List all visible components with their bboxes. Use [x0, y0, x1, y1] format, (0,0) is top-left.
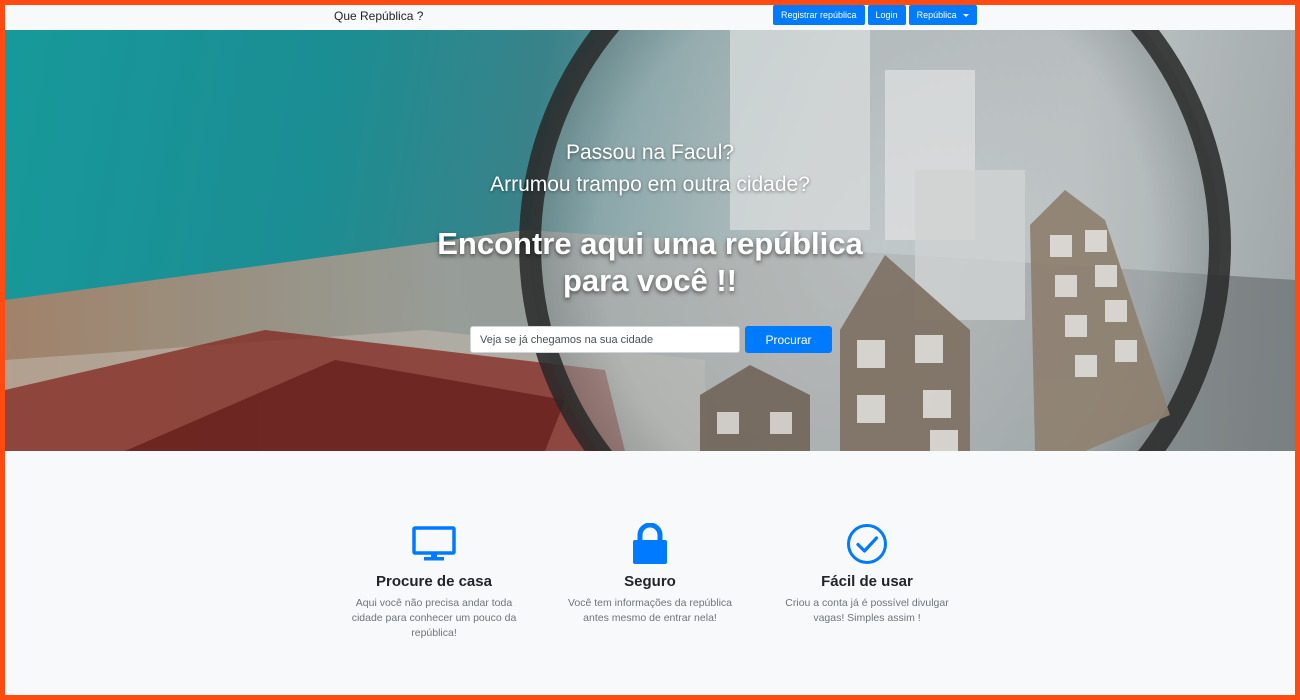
hero-banner: Passou na Facul? Arrumou trampo em outra… — [5, 30, 1295, 451]
page-frame: Que República ? Registrar república Logi… — [0, 0, 1300, 700]
monitor-icon — [334, 523, 534, 565]
feature-description-line: Você tem informações da república — [567, 597, 732, 609]
feature-description-line: cidade para conhecer um pouco da — [351, 612, 517, 624]
feature-title: Procure de casa — [376, 573, 492, 590]
nav-actions: Registrar república Login República — [773, 5, 977, 25]
feature-facil-de-usar: Fácil de usar Criou a conta já é possíve… — [767, 523, 967, 626]
feature-title: Seguro — [624, 573, 676, 590]
republica-dropdown-button[interactable]: República — [908, 5, 977, 25]
navbar: Que República ? Registrar república Logi… — [5, 5, 1295, 30]
feature-description-line: Aqui você não precisa andar toda — [355, 597, 513, 609]
city-search-input[interactable] — [470, 326, 740, 353]
feature-procure-de-casa: Procure de casa Aqui você não precisa an… — [334, 523, 534, 641]
feature-description-line: vagas! Simples assim ! — [813, 612, 921, 624]
register-republica-button[interactable]: Registrar república — [773, 5, 865, 25]
republica-dropdown-label: República — [916, 10, 957, 20]
feature-description-line: Criou a conta já é possível divulgar — [785, 597, 949, 609]
hero-title-line-1: Encontre aqui uma república — [437, 226, 863, 261]
feature-description: Criou a conta já é possível divulgar vag… — [767, 596, 967, 626]
feature-title: Fácil de usar — [821, 573, 913, 590]
search-button[interactable]: Procurar — [745, 326, 832, 353]
hero-title-line-2: para você !! — [562, 263, 737, 298]
brand-logo[interactable]: Que República ? — [334, 9, 423, 23]
caret-down-icon — [962, 13, 969, 17]
search-form: Procurar — [470, 326, 832, 353]
hero-subtitle-2: Arrumou trampo em outra cidade? — [490, 173, 810, 196]
feature-description-line: república! — [411, 627, 457, 639]
feature-description-line: antes mesmo de entrar nela! — [583, 612, 717, 624]
feature-description: Você tem informações da república antes … — [550, 596, 750, 626]
features-section: Procure de casa Aqui você não precisa an… — [5, 451, 1295, 695]
feature-seguro: Seguro Você tem informações da república… — [550, 523, 750, 626]
check-circle-icon — [767, 523, 967, 565]
feature-description: Aqui você não precisa andar toda cidade … — [334, 596, 534, 641]
login-button[interactable]: Login — [867, 5, 906, 25]
lock-icon — [550, 523, 750, 565]
hero-content: Passou na Facul? Arrumou trampo em outra… — [5, 30, 1295, 451]
hero-title: Encontre aqui uma república para você !! — [5, 225, 1295, 299]
hero-subtitle-1: Passou na Facul? — [565, 141, 735, 164]
